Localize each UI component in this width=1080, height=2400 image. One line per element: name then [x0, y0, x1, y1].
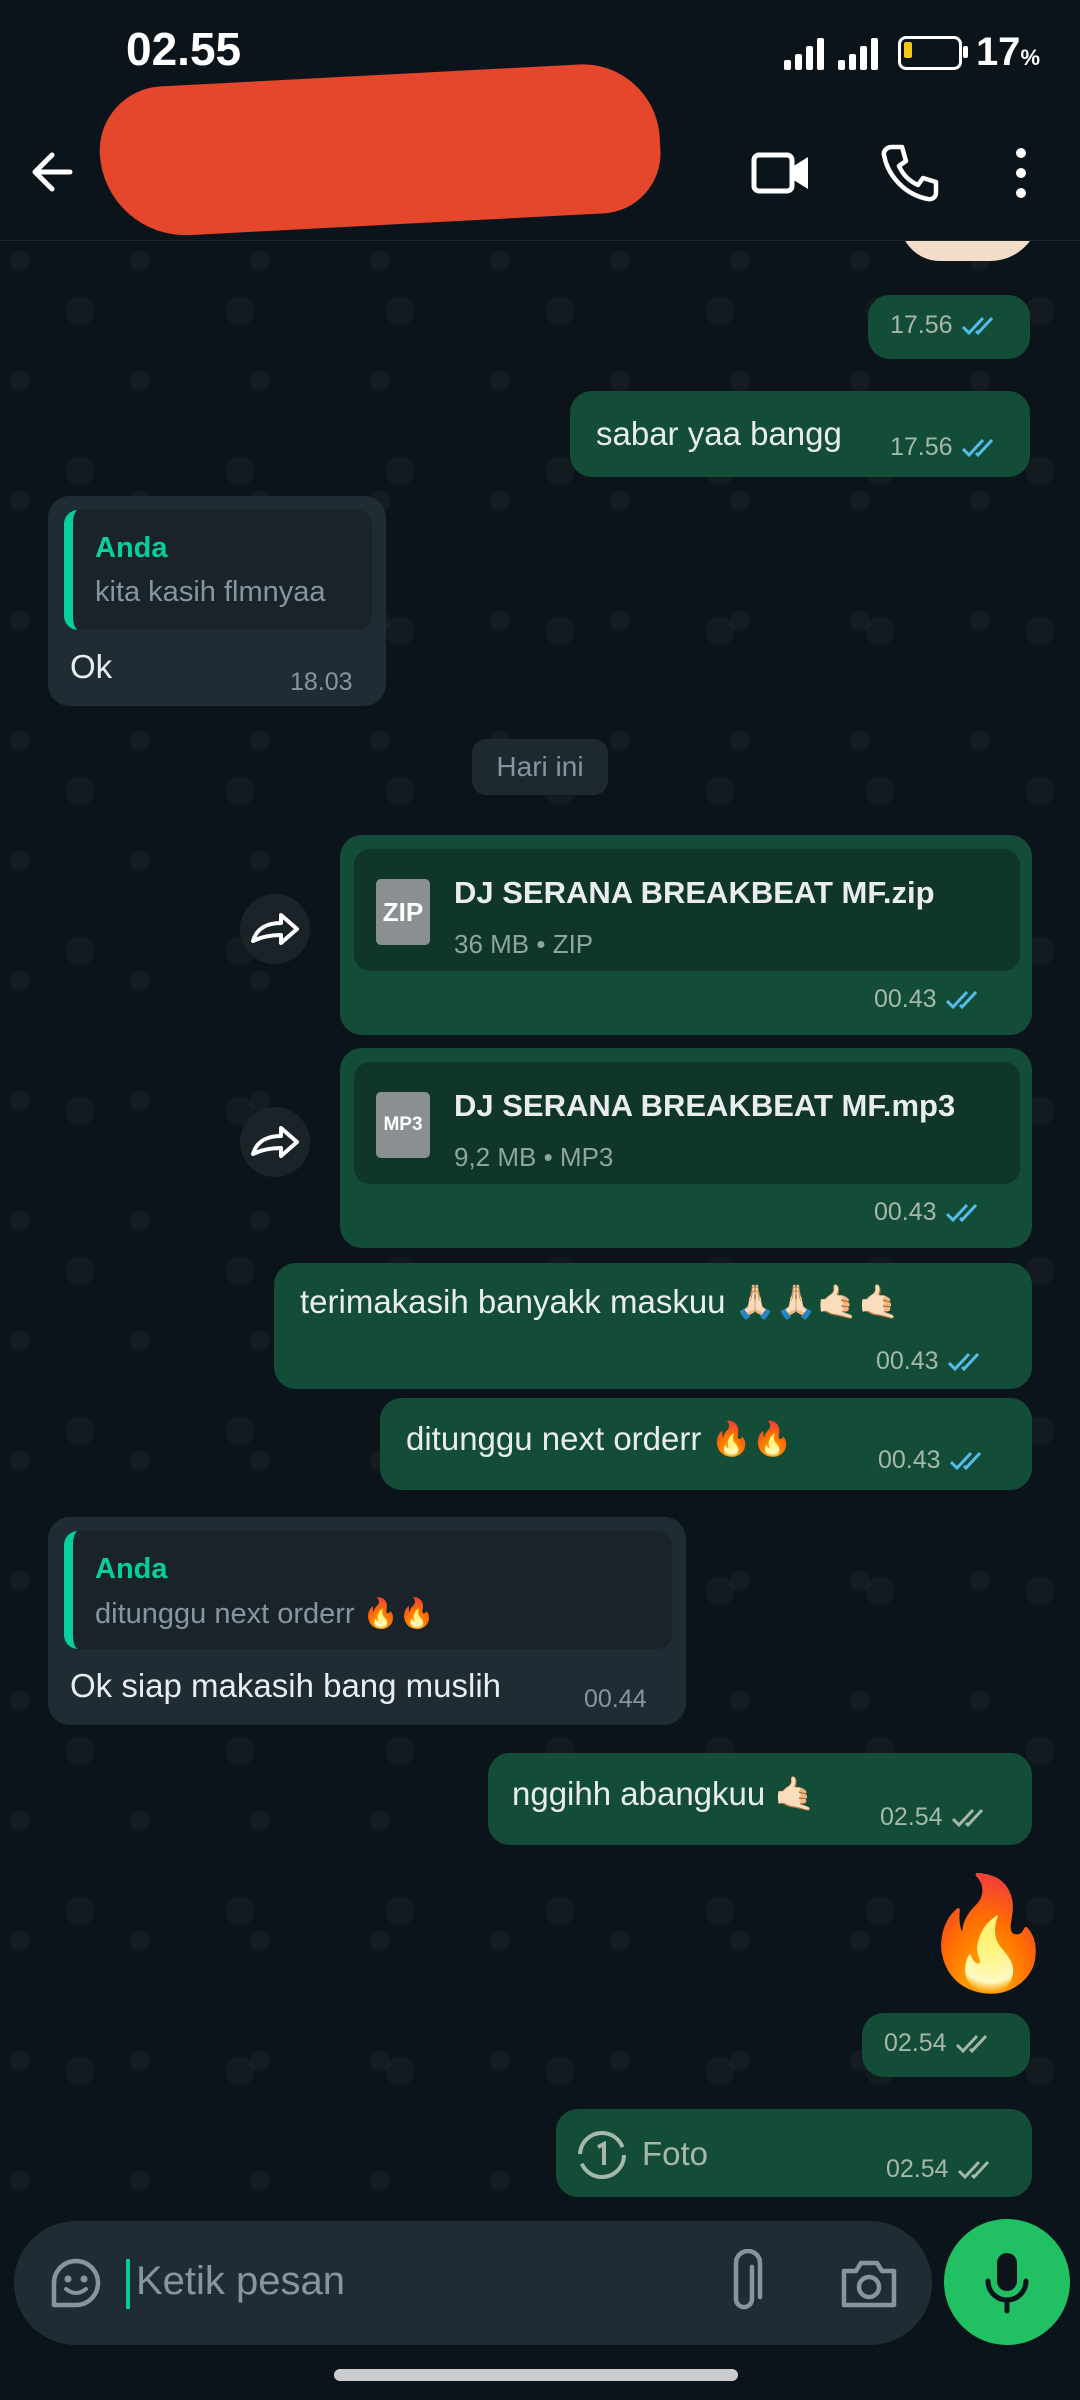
delivered-ticks-icon	[955, 2032, 997, 2056]
read-ticks-icon	[949, 1449, 991, 1473]
message-input[interactable]: Ketik pesan	[136, 2259, 345, 2304]
sticker-partial	[900, 241, 1040, 261]
back-arrow-icon	[32, 152, 73, 192]
back-button[interactable]	[18, 137, 88, 207]
quote-text: kita kasih flmnyaa	[95, 576, 326, 608]
battery-icon	[897, 35, 968, 70]
read-ticks-icon	[961, 314, 1003, 338]
text-cursor	[126, 2259, 130, 2309]
message-time: 18.03	[290, 668, 353, 696]
status-icons: 17%	[783, 30, 1040, 75]
message-incoming[interactable]: Anda kita kasih flmnyaa Ok 18.03	[48, 496, 386, 706]
message-time: 00.44	[584, 1685, 647, 1713]
message-text: ditunggu next orderr 🔥🔥	[406, 1420, 793, 1457]
delivered-ticks-icon	[951, 1806, 993, 1830]
message-outgoing[interactable]: ditunggu next orderr 🔥🔥 00.43	[380, 1398, 1032, 1490]
phone-icon	[881, 144, 939, 202]
forward-icon	[251, 913, 299, 945]
quote-text: ditunggu next orderr 🔥🔥	[95, 1598, 435, 1630]
date-separator: Hari ini	[472, 739, 608, 795]
voice-call-button[interactable]	[872, 135, 948, 211]
message-text: sabar yaa bangg	[596, 415, 842, 452]
message-outgoing[interactable]: nggihh abangkuu 🤙🏻 02.54	[488, 1753, 1032, 1845]
microphone-icon	[985, 2253, 1029, 2314]
read-ticks-icon	[945, 988, 987, 1012]
message-time: 00.43	[876, 1347, 939, 1375]
chat-header	[0, 60, 1080, 242]
read-ticks-icon	[961, 436, 1003, 460]
file-meta: 9,2 MB • MP3	[454, 1142, 614, 1172]
message-outgoing-view-once[interactable]: Foto 02.54	[556, 2109, 1032, 2197]
message-text: Ok siap makasih bang muslih	[70, 1667, 502, 1704]
message-time: 02.54	[880, 1803, 943, 1831]
message-time: 00.43	[874, 985, 937, 1013]
message-outgoing-meta[interactable]: 02.54	[862, 2013, 1030, 2077]
message-time: 17.56	[890, 311, 953, 339]
message-time: 00.43	[878, 1446, 941, 1474]
document-attachment[interactable]: ZIP DJ SERANA BREAKBEAT MF.zip 36 MB • Z…	[354, 849, 1020, 971]
voice-message-button[interactable]	[944, 2219, 1070, 2345]
file-meta: 36 MB • ZIP	[454, 929, 594, 959]
emoji-message[interactable]: 🔥	[920, 1879, 1057, 1989]
message-outgoing[interactable]: 17.56	[868, 295, 1030, 359]
message-text: terimakasih banyakk maskuu 🙏🏻🙏🏻🤙🏻🤙🏻	[300, 1283, 900, 1320]
file-name: DJ SERANA BREAKBEAT MF.mp3	[454, 1088, 956, 1123]
battery-percent: 17%	[975, 30, 1040, 74]
video-call-button[interactable]	[744, 135, 820, 211]
home-indicator	[334, 2369, 738, 2381]
sticker-icon	[51, 2258, 101, 2308]
read-ticks-icon	[945, 1201, 987, 1225]
message-time: 02.54	[884, 2029, 947, 2057]
video-camera-icon	[751, 152, 808, 194]
kebab-menu-icon	[1016, 148, 1026, 198]
delivered-ticks-icon	[957, 2158, 999, 2182]
quoted-message[interactable]: Anda kita kasih flmnyaa	[64, 510, 372, 630]
file-name: DJ SERANA BREAKBEAT MF.zip	[454, 875, 935, 910]
message-outgoing[interactable]: sabar yaa bangg 17.56	[570, 391, 1030, 477]
paperclip-icon	[733, 2248, 763, 2310]
chat-area[interactable]: 17.56 sabar yaa bangg 17.56 Anda kita ka…	[0, 241, 1080, 2211]
signal-icon	[783, 36, 824, 70]
document-attachment[interactable]: MP3 DJ SERANA BREAKBEAT MF.mp3 9,2 MB • …	[354, 1062, 1020, 1184]
read-ticks-icon	[947, 1350, 989, 1374]
quote-author: Anda	[95, 1553, 168, 1585]
message-outgoing-document[interactable]: ZIP DJ SERANA BREAKBEAT MF.zip 36 MB • Z…	[340, 835, 1032, 1035]
message-incoming[interactable]: Anda ditunggu next orderr 🔥🔥 Ok siap mak…	[48, 1517, 686, 1725]
more-options-button[interactable]	[986, 135, 1036, 211]
message-time: 02.54	[886, 2155, 949, 2183]
signal-icon-2	[837, 36, 878, 70]
message-outgoing[interactable]: terimakasih banyakk maskuu 🙏🏻🙏🏻🤙🏻🤙🏻 00.4…	[274, 1263, 1032, 1389]
camera-icon	[841, 2260, 897, 2308]
forward-button[interactable]	[240, 1107, 310, 1177]
camera-button[interactable]	[834, 2251, 904, 2315]
message-text: Foto	[642, 2135, 709, 2172]
quoted-message[interactable]: Anda ditunggu next orderr 🔥🔥	[64, 1531, 672, 1649]
message-time: 00.43	[874, 1198, 937, 1226]
attach-button[interactable]	[712, 2248, 776, 2319]
view-once-icon	[578, 2131, 626, 2179]
message-input-bar: Ketik pesan	[0, 2211, 1080, 2400]
message-time: 17.56	[890, 433, 953, 461]
zip-file-icon: ZIP	[376, 879, 430, 945]
sticker-button[interactable]	[44, 2251, 108, 2315]
message-text: nggihh abangkuu 🤙🏻	[512, 1775, 816, 1812]
message-text: Ok	[70, 648, 113, 685]
message-input-container[interactable]: Ketik pesan	[14, 2221, 932, 2345]
mp3-file-icon: MP3	[376, 1092, 430, 1158]
redacted-contact[interactable]	[96, 60, 664, 240]
forward-icon	[251, 1126, 299, 1158]
quote-author: Anda	[95, 532, 168, 564]
forward-button[interactable]	[240, 894, 310, 964]
message-outgoing-document[interactable]: MP3 DJ SERANA BREAKBEAT MF.mp3 9,2 MB • …	[340, 1048, 1032, 1248]
status-time: 02.55	[126, 23, 242, 75]
